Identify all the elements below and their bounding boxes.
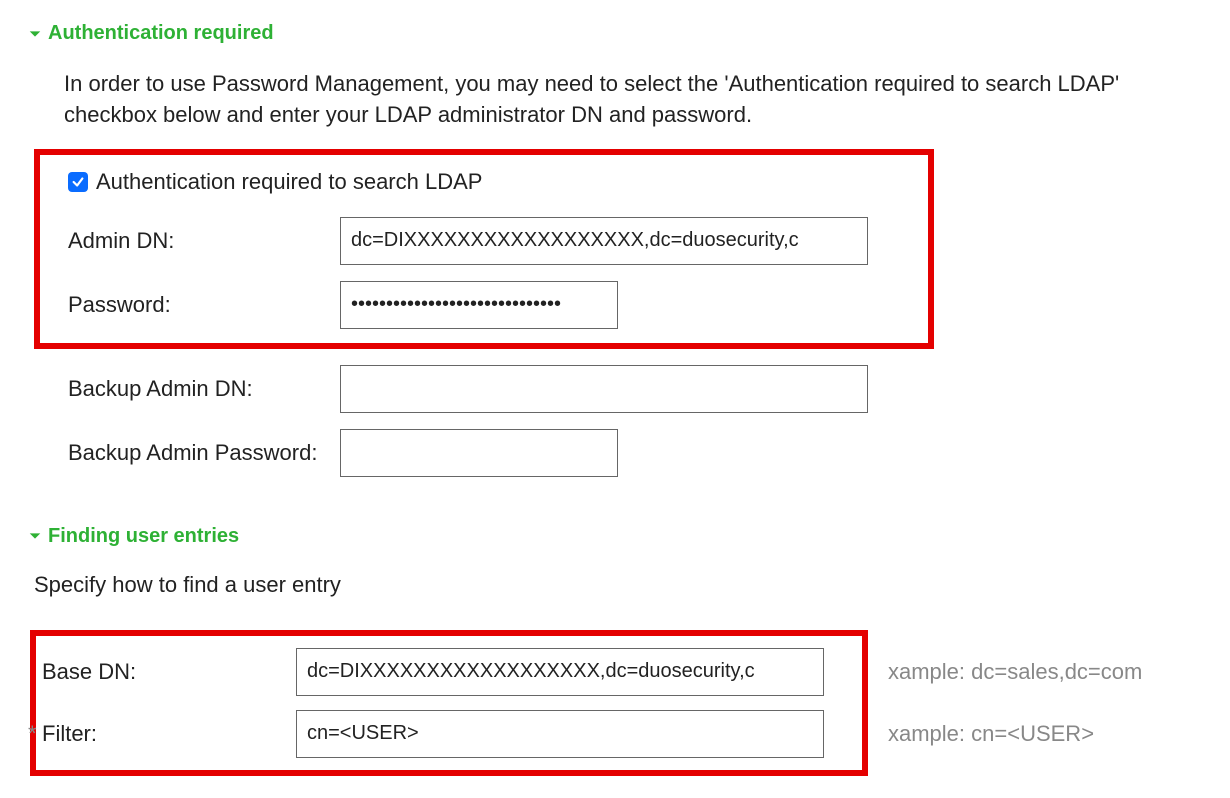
- section-body-finding: Specify how to find a user entry Base DN…: [34, 572, 1202, 776]
- section-body-auth: In order to use Password Management, you…: [28, 69, 1202, 477]
- chevron-down-icon: [28, 529, 42, 543]
- password-input[interactable]: [340, 281, 618, 329]
- auth-required-checkbox[interactable]: [68, 172, 88, 192]
- filter-required-asterisk: *: [28, 721, 37, 747]
- section-title-finding: Finding user entries: [48, 525, 239, 548]
- filter-input[interactable]: [296, 710, 824, 758]
- admin-dn-label: Admin DN:: [68, 228, 340, 254]
- auth-intro-text: In order to use Password Management, you…: [64, 69, 1202, 131]
- backup-admin-dn-row: Backup Admin DN:: [68, 365, 1202, 413]
- admin-dn-input[interactable]: [340, 217, 868, 265]
- filter-label: Filter:: [40, 721, 296, 747]
- auth-required-checkbox-label: Authentication required to search LDAP: [96, 169, 482, 195]
- auth-required-checkbox-row: Authentication required to search LDAP: [68, 169, 900, 195]
- auth-highlight-box: Authentication required to search LDAP A…: [34, 149, 934, 349]
- base-dn-input[interactable]: [296, 648, 824, 696]
- section-title-auth: Authentication required: [48, 22, 274, 45]
- finding-subhead: Specify how to find a user entry: [34, 572, 1202, 598]
- base-dn-label: Base DN:: [40, 659, 296, 685]
- backup-admin-dn-input[interactable]: [340, 365, 868, 413]
- finding-highlight-box: Base DN: xample: dc=sales,dc=com * Filte…: [30, 630, 868, 776]
- section-toggle-finding-users[interactable]: Finding user entries: [28, 525, 1202, 548]
- chevron-down-icon: [28, 27, 42, 41]
- backup-admin-password-row: Backup Admin Password:: [68, 429, 1202, 477]
- backup-admin-dn-label: Backup Admin DN:: [68, 376, 340, 402]
- section-toggle-auth-required[interactable]: Authentication required: [28, 22, 1202, 45]
- password-label: Password:: [68, 292, 340, 318]
- password-row: Password:: [68, 281, 900, 329]
- admin-dn-row: Admin DN:: [68, 217, 900, 265]
- backup-admin-password-label: Backup Admin Password:: [68, 440, 340, 466]
- backup-admin-password-input[interactable]: [340, 429, 618, 477]
- filter-example: xample: cn=<USER>: [888, 721, 1094, 747]
- base-dn-example: xample: dc=sales,dc=com: [888, 659, 1142, 685]
